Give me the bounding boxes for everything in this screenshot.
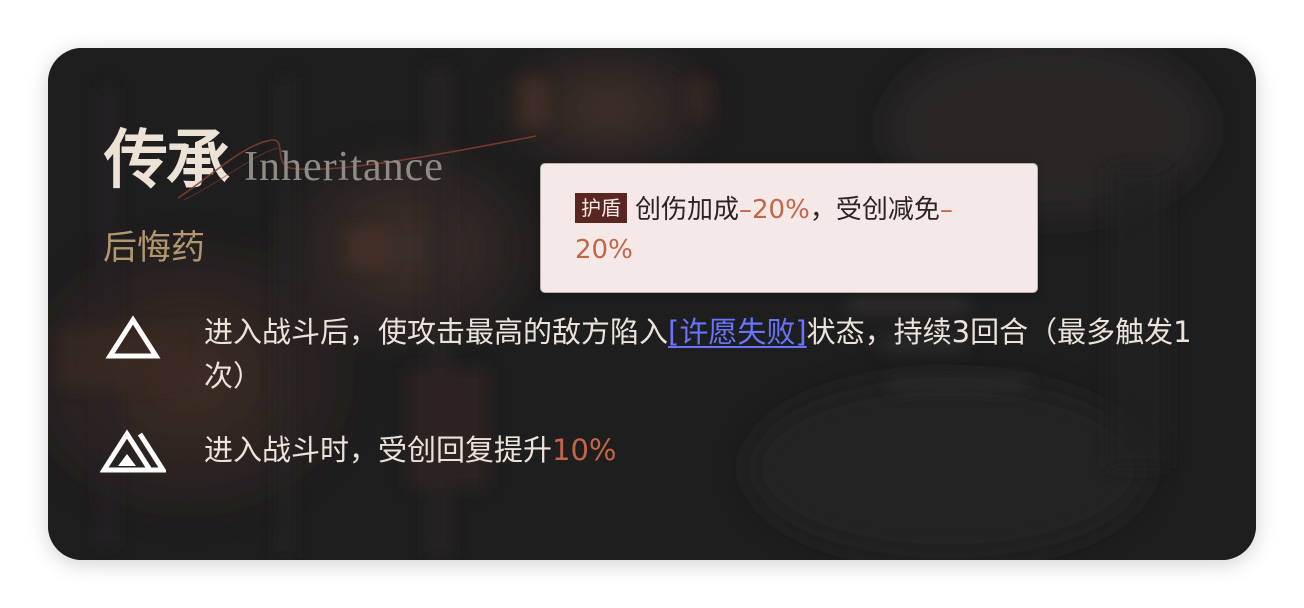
- skill-2-text: 进入战斗时，受创回复提升: [204, 433, 553, 467]
- skill-row-2: 进入战斗时，受创回复提升10%: [100, 428, 1210, 488]
- tooltip-text-2: ，受创减免: [809, 195, 940, 225]
- skill-description-1: 进入战斗后，使攻击最高的敌方陷入[许愿失败]状态，持续3回合（最多触发1次）: [204, 310, 1214, 398]
- tooltip-value-1: –20%: [739, 195, 810, 225]
- double-triangle-icon: [100, 429, 166, 473]
- title-block: 传承 Inheritance: [104, 123, 537, 201]
- shield-tooltip: 护盾 创伤加成–20%，受创减免–20%: [540, 163, 1038, 293]
- skill-1-text-before: 进入战斗后，使攻击最高的敌方陷入: [204, 315, 669, 349]
- triangle-outline-icon: [105, 315, 161, 359]
- tooltip-body: 护盾 创伤加成–20%，受创减免–20%: [575, 190, 995, 270]
- skill-2-value: 10%: [552, 433, 617, 467]
- subtitle: 后悔药: [103, 228, 205, 268]
- skill-description-2: 进入战斗时，受创回复提升10%: [204, 428, 1214, 472]
- inheritance-card: 传承 Inheritance 后悔药 进入战斗后，使攻击最高的敌方陷入[许愿失败…: [48, 48, 1256, 560]
- keyword-link-wish-failed[interactable]: [许愿失败]: [668, 315, 807, 349]
- shield-tag: 护盾: [575, 193, 627, 223]
- title-chinese: 传承: [104, 123, 230, 198]
- skill-row-1: 进入战斗后，使攻击最高的敌方陷入[许愿失败]状态，持续3回合（最多触发1次）: [100, 310, 1210, 400]
- title-english: Inheritance: [244, 144, 444, 190]
- tooltip-text-1: 创伤加成: [635, 195, 740, 225]
